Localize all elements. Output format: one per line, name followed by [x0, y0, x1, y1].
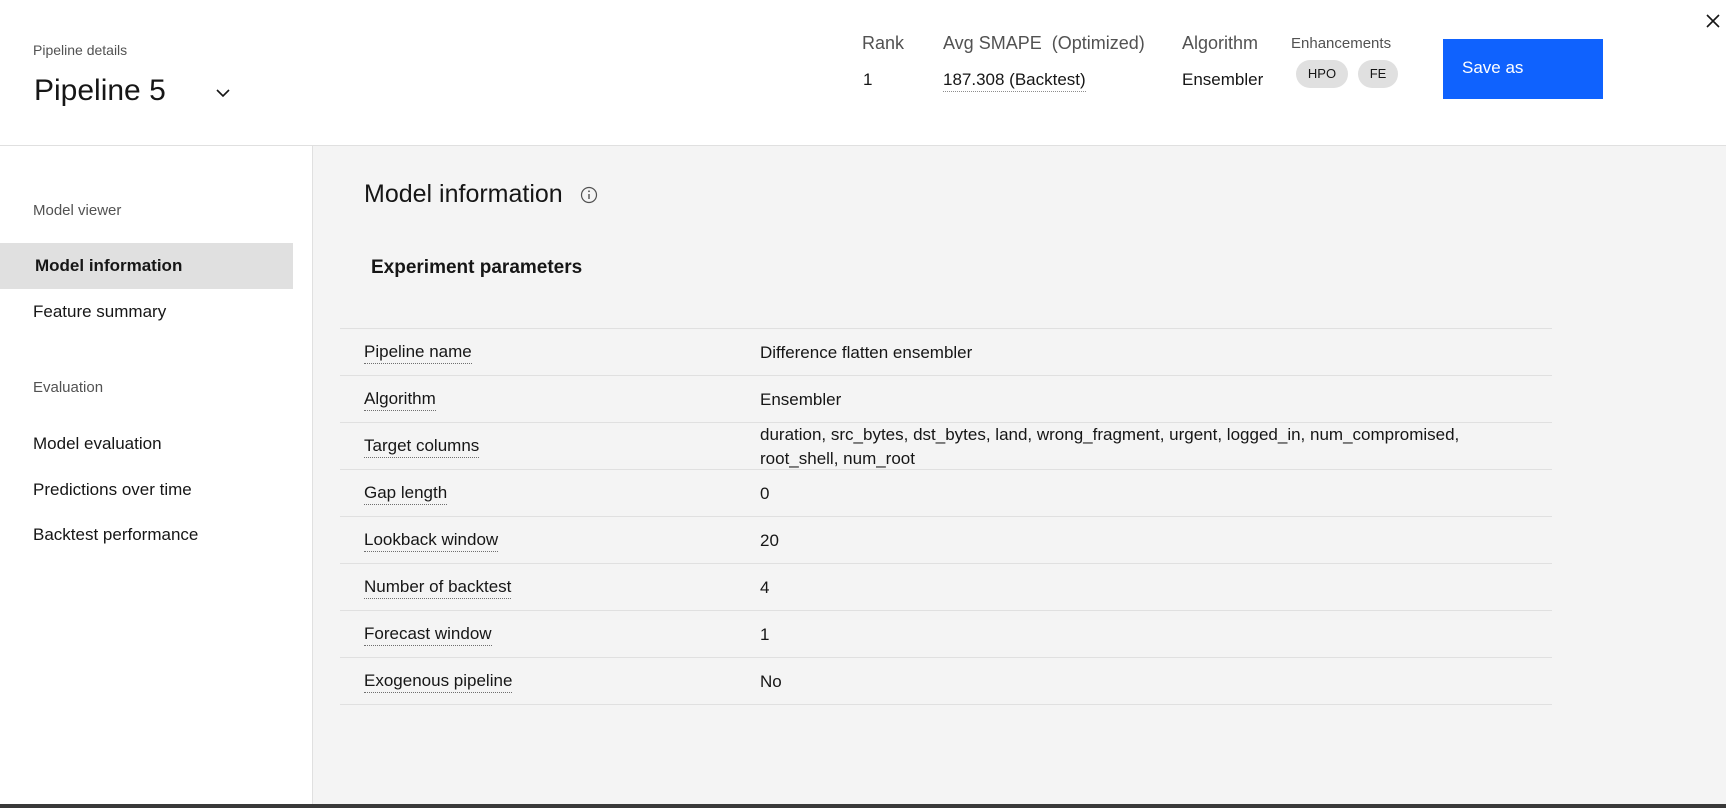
page-title: Model information	[364, 180, 563, 208]
param-value-exogenous-pipeline: No	[760, 672, 782, 691]
param-value-forecast-window: 1	[760, 625, 770, 644]
main-content: Model information Experiment parameters …	[313, 146, 1726, 804]
param-label-pipeline-name[interactable]: Pipeline name	[364, 342, 472, 364]
bottom-bar	[0, 804, 1726, 808]
table-row: Pipeline name Difference flatten ensembl…	[340, 328, 1552, 375]
page-header: Pipeline details Pipeline 5 Rank 1 Avg S…	[0, 0, 1726, 146]
param-label-algorithm[interactable]: Algorithm	[364, 389, 436, 411]
table-row: Lookback window 20	[340, 516, 1552, 563]
table-row: Forecast window 1	[340, 610, 1552, 657]
param-value-pipeline-name: Difference flatten ensembler	[760, 343, 973, 362]
parameters-table: Pipeline name Difference flatten ensembl…	[340, 328, 1552, 705]
param-label-number-of-backtest[interactable]: Number of backtest	[364, 577, 512, 599]
rank-label: Rank	[862, 33, 905, 53]
sidebar: Model viewer Model information Feature s…	[0, 146, 313, 804]
param-value-number-of-backtest: 4	[760, 578, 770, 597]
metric-value[interactable]: 187.308 (Backtest)	[943, 70, 1086, 92]
close-icon[interactable]	[1703, 11, 1723, 31]
metric-label: Avg SMAPE (Optimized)	[943, 33, 1145, 53]
header-eyebrow: Pipeline details	[33, 42, 128, 58]
param-label-exogenous-pipeline[interactable]: Exogenous pipeline	[364, 671, 513, 693]
param-label-gap-length[interactable]: Gap length	[364, 483, 448, 505]
pipeline-title: Pipeline 5	[34, 74, 166, 107]
nav-item-model-information[interactable]: Model information	[0, 243, 293, 289]
table-row: Target columns duration, src_bytes, dst_…	[340, 422, 1552, 469]
algorithm-value: Ensembler	[1182, 70, 1264, 89]
table-row: Number of backtest 4	[340, 563, 1552, 610]
table-row: Exogenous pipeline No	[340, 657, 1552, 705]
enhancements-label: Enhancements	[1291, 35, 1392, 52]
param-value-algorithm: Ensembler	[760, 390, 842, 409]
param-label-target-columns[interactable]: Target columns	[364, 436, 480, 458]
nav-section-evaluation: Evaluation	[33, 379, 104, 396]
param-value-target-columns: duration, src_bytes, dst_bytes, land, wr…	[760, 425, 1460, 468]
rank-value: 1	[863, 70, 873, 89]
nav-item-model-evaluation[interactable]: Model evaluation	[0, 421, 293, 467]
nav-section-model-viewer: Model viewer	[33, 202, 122, 219]
save-as-button[interactable]: Save as	[1443, 39, 1603, 99]
enhancement-tag-hpo: HPO	[1296, 60, 1348, 88]
section-title: Experiment parameters	[371, 257, 583, 278]
param-value-gap-length: 0	[760, 484, 770, 503]
param-value-lookback-window: 20	[760, 531, 779, 550]
info-icon[interactable]	[580, 186, 598, 204]
nav-item-predictions-over-time[interactable]: Predictions over time	[0, 467, 293, 513]
enhancement-tag-fe: FE	[1358, 60, 1398, 88]
nav-item-feature-summary[interactable]: Feature summary	[0, 289, 293, 335]
table-row: Gap length 0	[340, 469, 1552, 516]
param-label-lookback-window[interactable]: Lookback window	[364, 530, 499, 552]
table-row: Algorithm Ensembler	[340, 375, 1552, 422]
algorithm-label: Algorithm	[1182, 33, 1259, 53]
nav-item-backtest-performance[interactable]: Backtest performance	[0, 512, 293, 558]
param-label-forecast-window[interactable]: Forecast window	[364, 624, 492, 646]
chevron-down-icon[interactable]	[212, 82, 234, 104]
